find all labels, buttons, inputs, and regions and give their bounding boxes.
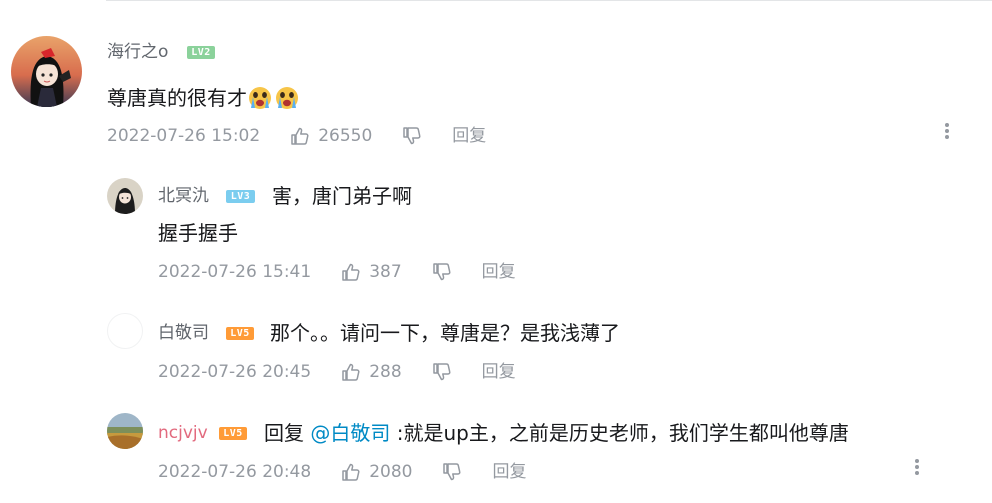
reply-item: ncjvjv LV5 回复 @白敬司 :就是up主，之前是历史老师，我们学生都叫… <box>0 395 992 503</box>
like-button[interactable]: 387 <box>341 262 402 282</box>
avatar[interactable] <box>11 36 82 107</box>
thumbs-down-icon <box>403 127 421 145</box>
comment-text-content: 尊唐真的很有才 <box>107 86 247 110</box>
reply-text: 害，唐门弟子啊 <box>272 184 412 208</box>
comment-meta: 2022-07-26 15:02 26550 回复 <box>107 126 486 146</box>
thumbs-down-icon <box>443 463 461 481</box>
thumbs-up-icon <box>342 263 360 281</box>
avatar[interactable] <box>107 313 143 349</box>
reply-item: 白敬司 LV5 那个。。请问一下，尊唐是？是我浅薄了 2022-07-26 20… <box>0 295 992 395</box>
reply-date: 2022-07-26 15:41 <box>158 262 312 282</box>
like-count: 288 <box>369 362 402 382</box>
like-count: 387 <box>369 262 402 282</box>
username[interactable]: ncjvjv <box>158 423 208 443</box>
avatar[interactable] <box>107 178 143 214</box>
reply-text-content: :就是up主，之前是历史老师，我们学生都叫他尊唐 <box>390 421 849 445</box>
reply-meta: 2022-07-26 20:48 2080 回复 <box>158 462 526 482</box>
comment-text: 尊唐真的很有才 <box>107 84 301 110</box>
more-options-icon[interactable] <box>912 457 922 479</box>
mention-link[interactable]: @白敬司 <box>310 421 390 445</box>
thumbs-up-icon <box>291 127 309 145</box>
reply-button[interactable]: 回复 <box>482 262 516 282</box>
like-button[interactable]: 2080 <box>341 462 412 482</box>
dislike-button[interactable] <box>402 126 422 146</box>
reply-item: 北冥氿 LV3 害，唐门弟子啊 握手握手 2022-07-26 15:41 38… <box>0 170 992 295</box>
like-button[interactable]: 288 <box>341 362 402 382</box>
reply-date: 2022-07-26 20:48 <box>158 462 312 482</box>
crying-face-icon <box>274 84 300 110</box>
thumbs-down-icon <box>432 363 451 381</box>
like-button[interactable]: 26550 <box>290 126 372 146</box>
reply-text: 那个。。请问一下，尊唐是？是我浅薄了 <box>270 321 620 345</box>
level-badge: LV5 <box>219 427 247 440</box>
thumbs-down-icon <box>432 263 451 281</box>
level-badge: LV5 <box>226 327 254 340</box>
thumbs-up-icon <box>342 463 360 481</box>
dislike-button[interactable] <box>442 462 462 482</box>
comment-date: 2022-07-26 15:02 <box>107 126 261 146</box>
like-count: 26550 <box>318 126 373 146</box>
reply-meta: 2022-07-26 20:45 288 回复 <box>158 362 516 382</box>
main-comment: 海行之o LV2 尊唐真的很有才 2022-07-26 15:02 26550 … <box>0 0 992 170</box>
level-badge: LV2 <box>187 46 215 59</box>
reply-button[interactable]: 回复 <box>492 462 526 482</box>
reply-text-line2: 握手握手 <box>158 221 238 245</box>
reply-button[interactable]: 回复 <box>452 126 486 146</box>
level-badge: LV3 <box>226 190 255 203</box>
avatar[interactable] <box>107 413 143 449</box>
thumbs-up-icon <box>342 363 360 381</box>
like-count: 2080 <box>369 462 413 482</box>
username[interactable]: 北冥氿 <box>158 186 209 206</box>
reply-text: 回复 @白敬司 :就是up主，之前是历史老师，我们学生都叫他尊唐 <box>264 421 849 445</box>
dislike-button[interactable] <box>432 362 452 382</box>
reply-meta: 2022-07-26 15:41 387 回复 <box>158 262 516 282</box>
dislike-button[interactable] <box>432 262 452 282</box>
username[interactable]: 海行之o <box>107 42 168 62</box>
more-options-icon[interactable] <box>942 121 952 143</box>
username[interactable]: 白敬司 <box>158 323 209 343</box>
reply-button[interactable]: 回复 <box>482 362 516 382</box>
crying-face-icon <box>247 84 273 110</box>
reply-date: 2022-07-26 20:45 <box>158 362 312 382</box>
reply-prefix: 回复 <box>264 421 311 445</box>
